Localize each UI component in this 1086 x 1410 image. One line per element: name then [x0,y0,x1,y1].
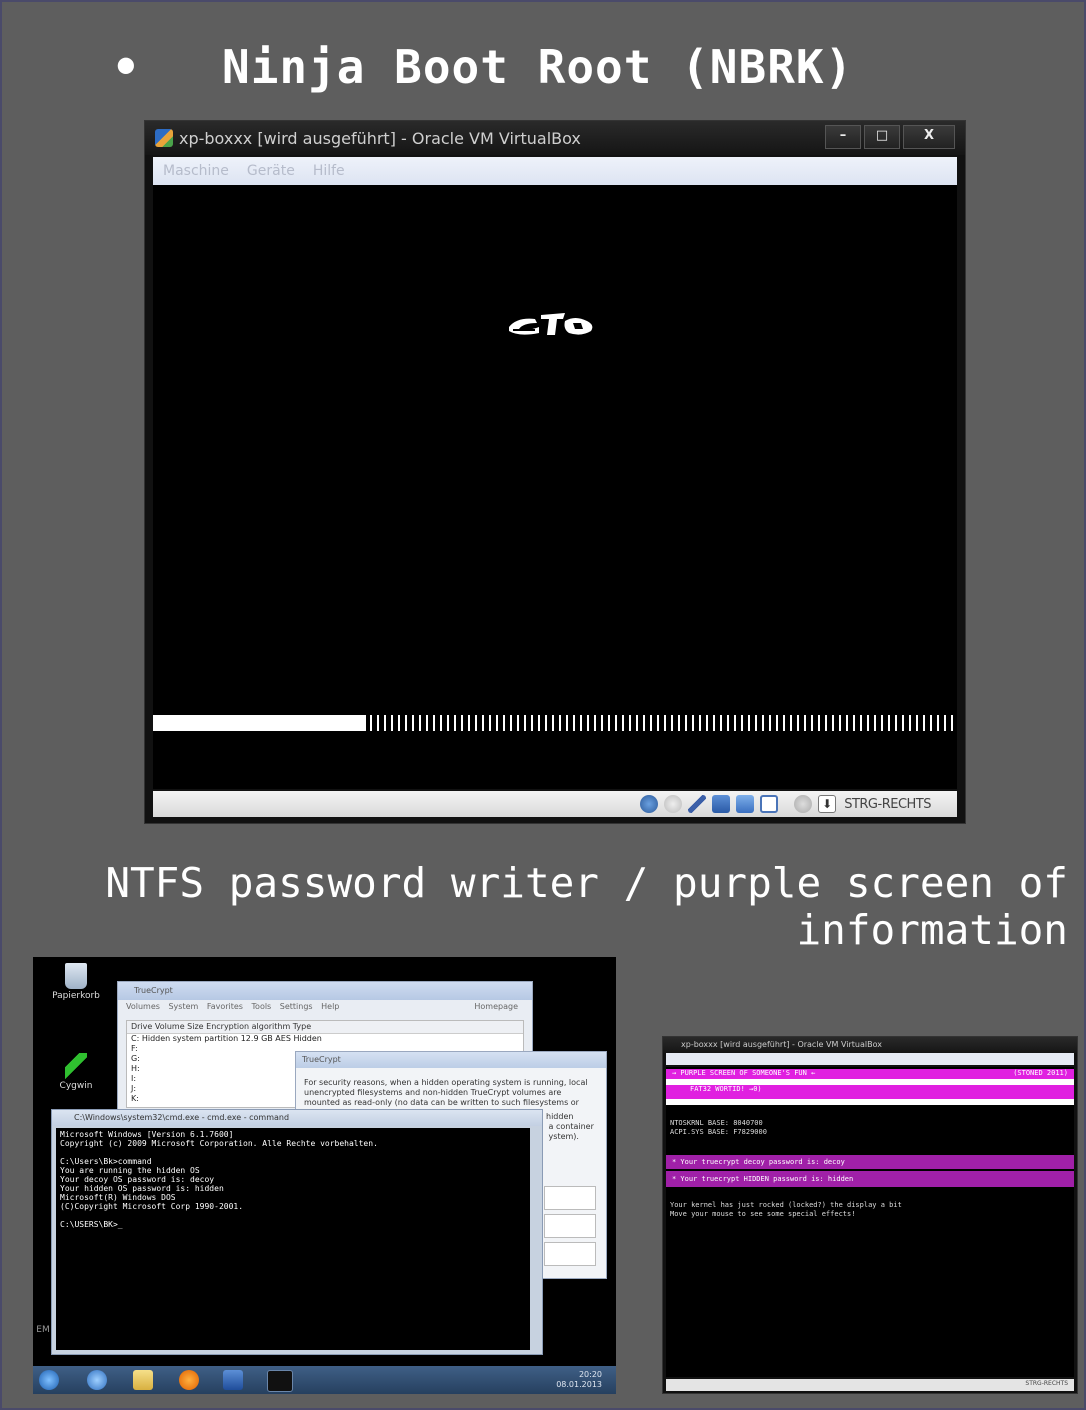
vm-display[interactable] [153,185,957,789]
system-clock[interactable]: 20:20 08.01.2013 [556,1370,602,1390]
cygwin-icon [65,1053,87,1079]
truecrypt-homepage-link[interactable]: Homepage [474,1000,518,1014]
cmd-console-output[interactable]: Microsoft Windows [Version 6.1.7600] Cop… [56,1128,530,1350]
truecrypt-title: TrueCrypt [118,982,532,1000]
hostkey-arrow-icon: ⬇ [818,795,837,813]
menu-bar: Maschine Geräte Hilfe [153,157,957,185]
table-row[interactable]: C: Hidden system partition 12.9 GB AES H… [127,1034,523,1044]
slide-subtitle: NTFS password writer / purple screen of … [8,860,1068,954]
usb-icon[interactable] [688,795,707,813]
mouse-icon[interactable] [794,795,813,813]
virtualbox-window: xp-boxxx [wird ausgeführt] - Oracle VM V… [144,120,966,824]
cmd-title: C:\Windows\system32\cmd.exe - cmd.exe - … [52,1110,542,1126]
bullet-point: • [112,40,141,94]
pso-host-key-label: STRG-RECHTS [1025,1380,1068,1387]
slide-title-text: Ninja Boot Root (NBRK) [222,40,854,94]
dialog-field[interactable] [544,1186,596,1210]
boot-logo-icon [509,313,593,335]
host-key-label: STRG-RECHTS [844,796,931,812]
maximize-button[interactable]: □ [864,125,900,149]
internet-explorer-icon[interactable] [87,1370,107,1390]
pso-vm-display[interactable]: → PURPLE SCREEN OF SOMEONE'S FUN ← (STON… [666,1067,1074,1377]
display-icon[interactable] [760,795,779,813]
minimize-button[interactable]: – [825,125,861,149]
window-controls: – □ X [822,125,955,149]
pso-decoy-password: * Your truecrypt decoy password is: deco… [666,1155,1074,1169]
cd-icon[interactable] [664,795,683,813]
desktop-icon-recycle-bin[interactable]: Papierkorb [51,963,101,1001]
menu-item-maschine[interactable]: Maschine [163,163,229,179]
truecrypt-menu-items[interactable]: Volumes System Favorites Tools Settings … [126,1002,339,1011]
dialog-field[interactable] [544,1214,596,1238]
cmd-taskbar-icon[interactable] [267,1370,293,1392]
shared-folder-icon[interactable] [736,795,755,813]
subtitle-line-2: information [796,906,1068,954]
pso-window-title[interactable]: xp-boxxx [wird ausgeführt] - Oracle VM V… [663,1037,1077,1053]
windows-desktop-screenshot: Papierkorb Cygwin EM TrueCrypt Volumes S… [33,957,616,1394]
pso-menu-bar [666,1053,1074,1065]
dialog-title: TrueCrypt [296,1052,606,1068]
boot-progress-remaining [369,715,955,731]
pso-header-right: (STONED 2011) [1013,1069,1068,1077]
menu-item-hilfe[interactable]: Hilfe [313,163,345,179]
menu-item-geraete[interactable]: Geräte [247,163,295,179]
subtitle-line-1: NTFS password writer / purple screen of [105,859,1068,907]
desktop-icon-label: Papierkorb [52,991,100,1001]
pso-footer-text: Your kernel has just rocked (locked?) th… [670,1201,902,1218]
truecrypt-table-header: Drive Volume Size Encryption algorithm T… [127,1021,523,1034]
window-titlebar[interactable]: xp-boxxx [wird ausgeführt] - Oracle VM V… [145,121,965,155]
media-player-icon[interactable] [179,1370,199,1390]
recycle-bin-icon [65,963,87,989]
status-bar: ⬇ STRG-RECHTS [153,791,957,817]
pso-memory-info: NTOSKRNL BASE: 8040700 ACPI.SYS BASE: F7… [670,1119,767,1136]
window-title: xp-boxxx [wird ausgeführt] - Oracle VM V… [179,129,581,148]
pso-white-stripe [666,1099,1074,1105]
dialog-message-tail: hidden a container ystem). [546,1112,594,1141]
boot-progress-bar [153,715,955,731]
dialog-field[interactable] [544,1242,596,1266]
virtualbox-app-icon [155,129,173,147]
pso-fat-bar: FAT32 WORTID! →0) [666,1085,1074,1099]
truecrypt-menu: Volumes System Favorites Tools Settings … [118,1000,532,1014]
slide-title: • Ninja Boot Root (NBRK) [112,40,853,94]
truecrypt-taskbar-icon[interactable] [223,1370,243,1390]
start-button[interactable] [39,1370,59,1390]
pso-header-bar: → PURPLE SCREEN OF SOMEONE'S FUN ← (STON… [666,1069,1074,1079]
desktop-icon-cygwin[interactable]: Cygwin [51,1053,101,1091]
boot-progress-fill [153,715,366,731]
purple-screen-vm-window: xp-boxxx [wird ausgeführt] - Oracle VM V… [662,1036,1078,1394]
pso-header-text: → PURPLE SCREEN OF SOMEONE'S FUN ← [672,1069,816,1077]
pso-hidden-password: * Your truecrypt HIDDEN password is: hid… [666,1171,1074,1187]
clock-text: 20:20 08.01.2013 [556,1370,602,1389]
taskbar: 20:20 08.01.2013 [33,1366,616,1394]
network-icon[interactable] [712,795,731,813]
cmd-window: C:\Windows\system32\cmd.exe - cmd.exe - … [51,1109,543,1355]
pso-status-bar: STRG-RECHTS [666,1379,1074,1391]
close-button[interactable]: X [903,125,955,149]
status-icons: ⬇ STRG-RECHTS [640,795,931,813]
hdd-icon[interactable] [640,795,659,813]
desktop-icon-label: Cygwin [59,1081,93,1091]
explorer-folder-icon[interactable] [133,1370,153,1390]
